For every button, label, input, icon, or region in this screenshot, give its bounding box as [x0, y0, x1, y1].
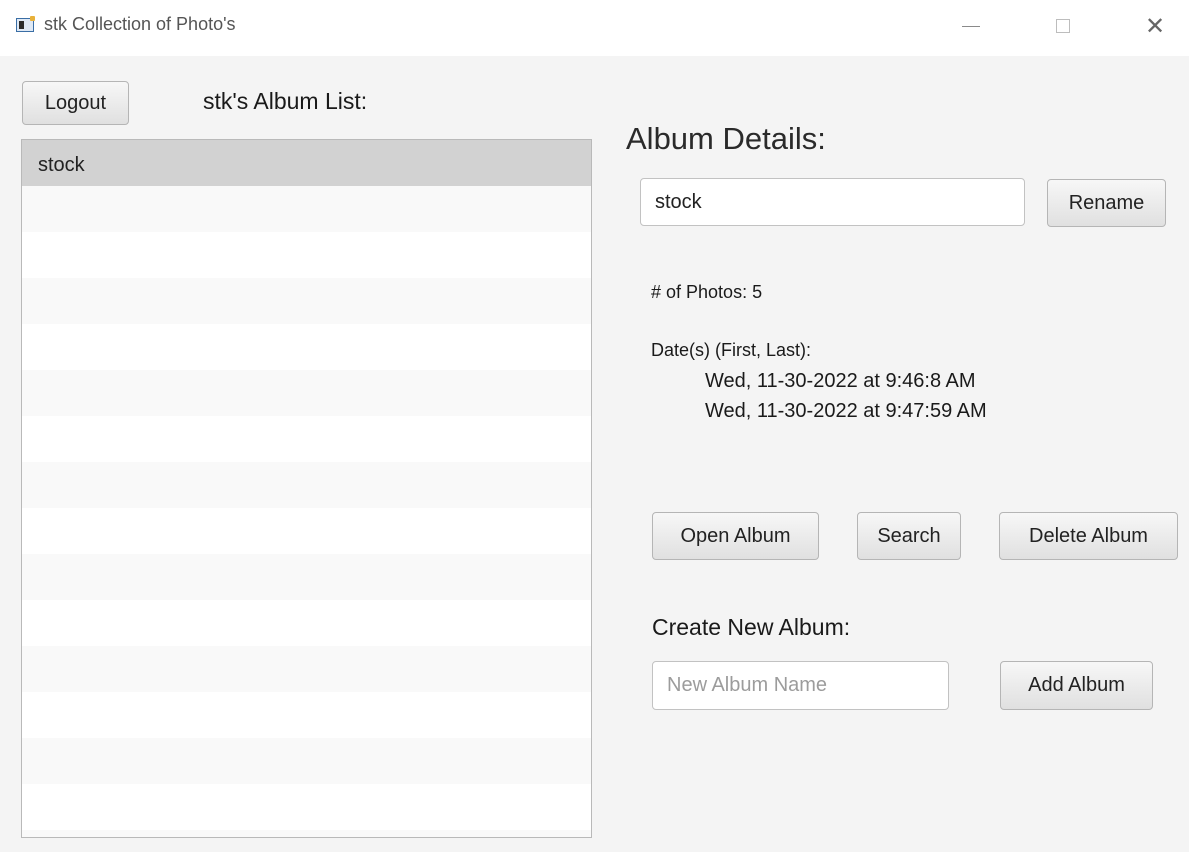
maximize-icon	[1056, 19, 1070, 33]
album-list-empty-row[interactable]	[22, 508, 591, 554]
album-list-empty-row[interactable]	[22, 232, 591, 278]
last-date: Wed, 11-30-2022 at 9:47:59 AM	[705, 400, 987, 422]
close-button[interactable]: ✕	[1132, 6, 1178, 46]
search-button[interactable]: Search	[857, 512, 961, 560]
album-name-field[interactable]	[640, 178, 1025, 226]
album-list-empty-row[interactable]	[22, 324, 591, 370]
album-list-empty-row[interactable]	[22, 554, 591, 600]
album-list-empty-row[interactable]	[22, 462, 591, 508]
close-icon: ✕	[1144, 12, 1166, 40]
dates-label: Date(s) (First, Last):	[651, 340, 812, 360]
app-window-icon	[16, 16, 35, 32]
album-list-empty-row[interactable]	[22, 600, 591, 646]
album-list-empty-row[interactable]	[22, 278, 591, 324]
album-details-heading: Album Details:	[626, 121, 826, 156]
album-list-empty-row[interactable]	[22, 646, 591, 692]
album-list-empty-row[interactable]	[22, 370, 591, 416]
minimize-button[interactable]	[948, 6, 994, 46]
new-album-name-input[interactable]	[652, 661, 949, 710]
album-list-empty-row[interactable]	[22, 830, 591, 837]
logout-button[interactable]: Logout	[22, 81, 129, 125]
album-list-item[interactable]: stock	[22, 140, 591, 186]
open-album-button[interactable]: Open Album	[652, 512, 819, 560]
rename-button[interactable]: Rename	[1047, 179, 1166, 227]
maximize-button[interactable]	[1040, 6, 1086, 46]
album-list-empty-row[interactable]	[22, 738, 591, 784]
album-list-heading: stk's Album List:	[203, 88, 368, 114]
album-list-empty-row[interactable]	[22, 416, 591, 462]
album-list[interactable]: stock	[21, 139, 592, 838]
photo-count: # of Photos: 5	[651, 282, 763, 302]
delete-album-button[interactable]: Delete Album	[999, 512, 1178, 560]
album-list-empty-row[interactable]	[22, 784, 591, 830]
window-title: stk Collection of Photo's	[44, 14, 236, 34]
album-list-empty-row[interactable]	[22, 186, 591, 232]
create-album-heading: Create New Album:	[652, 614, 851, 640]
title-bar: stk Collection of Photo's ✕	[0, 0, 1189, 56]
album-list-empty-row[interactable]	[22, 692, 591, 738]
minimize-icon	[962, 25, 980, 27]
first-date: Wed, 11-30-2022 at 9:46:8 AM	[705, 370, 976, 392]
add-album-button[interactable]: Add Album	[1000, 661, 1153, 710]
